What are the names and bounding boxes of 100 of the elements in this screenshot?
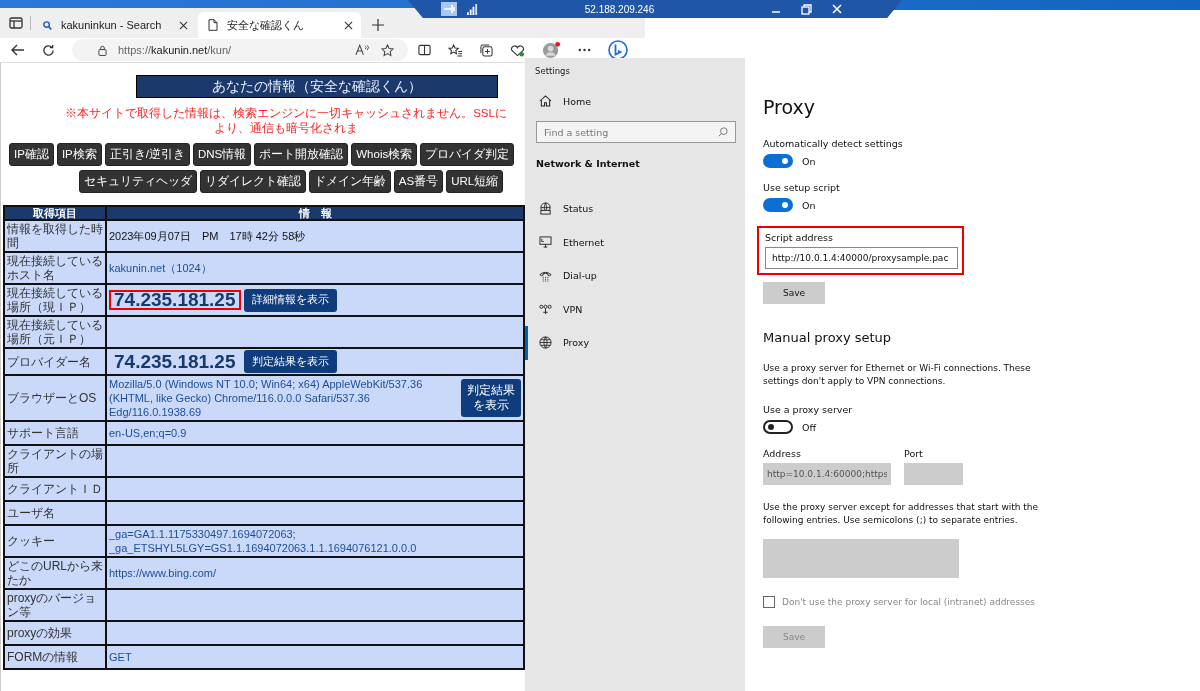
table-cell: GET <box>106 645 524 669</box>
toggle-switch[interactable] <box>763 420 793 434</box>
vpn-icon <box>539 303 552 315</box>
description-text: Use the proxy server except for addresses that start with the following entries. Use semicolons (;) to separate entries. <box>763 501 1040 527</box>
column-header: 取得項目 <box>4 206 106 220</box>
nav-item[interactable]: Ethernet <box>525 225 745 259</box>
phone-icon <box>539 269 552 282</box>
table-cell: クッキー <box>4 525 106 557</box>
nav-button[interactable]: ドメイン年齢 <box>308 170 391 193</box>
copilot-icon[interactable] <box>608 40 628 60</box>
refresh-icon[interactable] <box>42 43 55 57</box>
table-cell: ユーザ名 <box>4 501 106 525</box>
nav-button[interactable]: セキュリティヘッダ <box>78 170 197 193</box>
show-details-button[interactable]: 判定結果を表示 <box>243 350 337 373</box>
table-cell: en-US,en;q=0.9 <box>106 421 524 445</box>
home-link[interactable]: Home <box>525 91 745 111</box>
toggle-switch[interactable] <box>763 154 793 168</box>
profile-avatar-icon[interactable] <box>542 40 561 60</box>
table-cell: proxyの効果 <box>4 621 106 645</box>
new-tab-icon[interactable] <box>372 19 384 31</box>
checkbox-label: Don't use the proxy server for local (intranet) addresses <box>782 597 1035 607</box>
page-heading: Proxy <box>763 96 817 120</box>
nav-button[interactable]: ポート開放確認 <box>254 143 349 166</box>
table-cell: クライアントＩＤ <box>4 477 106 501</box>
restore-icon[interactable] <box>801 3 812 15</box>
table-cell: サポート言語 <box>4 421 106 445</box>
heart-icon[interactable] <box>510 43 525 57</box>
field-label: Script address <box>765 232 834 243</box>
table-cell: _ga=GA1.1.1175330497.1694072063; _ga_ETSHYL5LGY=GS1.1.1694072063.1.1.1694076121.0.0.0 <box>106 525 524 557</box>
show-result-button[interactable]: 判定結果を表示 <box>461 379 521 417</box>
nav-button[interactable]: DNS情報 <box>192 143 252 166</box>
ip-address: 74.235.181.25 <box>109 290 241 310</box>
nav-button[interactable]: Whois検索 <box>351 143 418 166</box>
save-button[interactable]: Save <box>763 282 825 304</box>
setting-label: Automatically detect settings <box>763 138 904 149</box>
back-icon[interactable] <box>11 44 25 56</box>
toggle-state: Off <box>802 421 817 433</box>
monitor-icon <box>539 236 552 249</box>
table-cell: 現在接続しているホスト名 <box>4 252 106 284</box>
show-details-button[interactable]: 詳細情報を表示 <box>243 288 337 312</box>
nav-button[interactable]: AS番号 <box>393 170 444 193</box>
host-address: 52.188.209.246 <box>583 3 656 15</box>
table-cell: プロバイダー名 <box>4 348 106 375</box>
setting-label: Use setup script <box>763 182 841 193</box>
window-title: Settings <box>535 66 571 76</box>
search-icon <box>43 20 52 30</box>
search-field[interactable]: Find a setting <box>536 121 736 143</box>
column-header: 情 報 <box>106 206 524 220</box>
nav-item[interactable]: Status <box>525 192 745 226</box>
nav-button[interactable]: URL短縮 <box>446 170 504 193</box>
star-icon[interactable] <box>381 43 394 57</box>
nav-button[interactable]: 正引き/逆引き <box>104 143 190 166</box>
address-bar[interactable]: https://kakunin.net/kun/ <box>72 39 408 61</box>
nav-button[interactable]: IP確認 <box>9 143 54 166</box>
tab-actions-icon[interactable] <box>9 17 23 29</box>
toggle-state: On <box>802 199 816 211</box>
url-text: https://kakunin.net/kun/ <box>118 44 232 56</box>
nav-item[interactable]: Proxy <box>525 326 745 360</box>
lock-icon <box>98 44 107 56</box>
section-heading: Network & Internet <box>536 158 641 169</box>
field-label: Address <box>763 448 802 459</box>
nav-button[interactable]: IP検索 <box>56 143 102 166</box>
close-icon[interactable] <box>179 20 188 30</box>
globe-icon <box>539 336 552 350</box>
field-label: Port <box>904 448 924 459</box>
nav-button[interactable]: リダイレクト確認 <box>199 170 306 193</box>
table-cell: 2023年09月07日 PM 17時 42分 58秒 <box>106 220 524 252</box>
description-text: Use a proxy server for Ethernet or Wi-Fi connections. These settings don't apply to VPN connections. <box>763 362 1032 388</box>
browser-tab[interactable]: 安全な確認くん <box>198 12 361 38</box>
toggle-state: On <box>802 155 816 167</box>
browser-tab[interactable]: kakuninkun - Search <box>33 12 196 38</box>
table-cell: 現在接続している場所（元ＩＰ） <box>4 316 106 348</box>
search-icon <box>718 127 728 137</box>
globe-monitor-icon <box>539 202 552 216</box>
collections-icon[interactable] <box>480 43 493 57</box>
table-cell: 情報を取得した時間 <box>4 220 106 252</box>
script-address-field[interactable]: http://10.0.1.4:40000/proxysample.pac <box>765 247 958 269</box>
close-icon[interactable] <box>344 20 353 30</box>
table-cell: FORMの情報 <box>4 645 106 669</box>
table-cell: ブラウザーとOS <box>4 375 106 421</box>
table-value: Mozilla/5.0 (Windows NT 10.0; Win64; x64) AppleWebKit/537.36 (KHTML, like Gecko) Chrome/116.0.0.0 Safari/537.36 Edg/116.0.1938.69 <box>109 377 424 419</box>
read-aloud-icon[interactable] <box>355 44 370 56</box>
table-cell: proxyのバージョン等 <box>4 589 106 621</box>
nav-item[interactable]: VPN <box>525 292 745 326</box>
page-icon <box>208 19 218 31</box>
toggle-switch[interactable] <box>763 198 793 212</box>
nav-item[interactable]: Dial-up <box>525 259 745 293</box>
nav-button[interactable]: プロバイダ判定 <box>420 143 515 166</box>
table-cell: 現在接続している場所（現ＩＰ） <box>4 284 106 316</box>
split-screen-icon[interactable] <box>418 44 431 56</box>
notice-text: ※本サイトで取得した情報は、検索エンジンに一切キャッシュされません。SSLにより、通信も暗号化されま <box>64 106 508 136</box>
favorites-icon[interactable] <box>448 43 463 57</box>
table-cell: クライアントの場所 <box>4 445 106 477</box>
section-heading: Manual proxy setup <box>763 330 893 345</box>
more-icon[interactable] <box>578 48 591 52</box>
setting-label: Use a proxy server <box>763 404 854 415</box>
table-cell: どこのURLから来たか <box>4 557 106 589</box>
home-icon <box>539 95 552 107</box>
page-title: あなたの情報（安全な確認くん） <box>136 75 498 98</box>
table-cell: kakunin.net（1024） <box>106 252 524 284</box>
